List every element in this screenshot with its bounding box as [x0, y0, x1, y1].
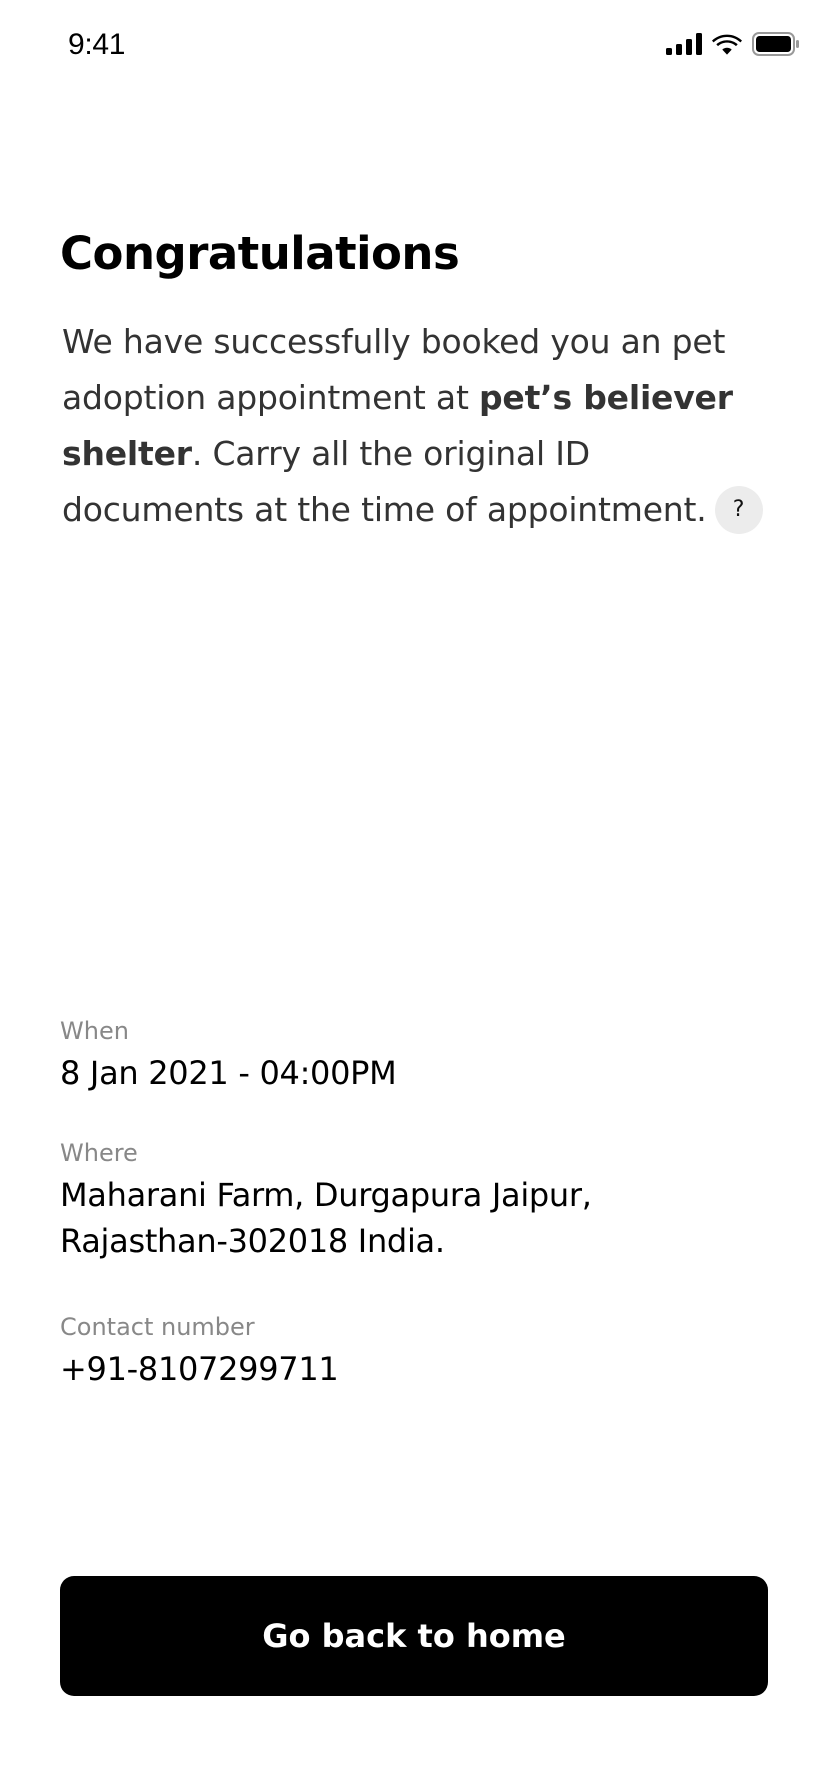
where-section: Where Maharani Farm, Durgapura Jaipur, R… [60, 1134, 780, 1264]
contact-value: +91-8107299711 [60, 1350, 339, 1388]
where-label: Where [60, 1139, 138, 1167]
when-value: 8 Jan 2021 - 04:00PM [60, 1054, 397, 1092]
when-section: When 8 Jan 2021 - 04:00PM [60, 1012, 780, 1096]
status-bar: 9:41 [0, 0, 828, 96]
help-icon[interactable]: ? [714, 485, 763, 534]
go-home-button[interactable]: Go back to home [60, 1576, 768, 1696]
cellular-signal-icon [666, 33, 702, 55]
contact-section: Contact number +91-8107299711 [60, 1308, 780, 1392]
when-label: When [60, 1017, 129, 1045]
status-icons [666, 32, 800, 56]
appointment-details: When 8 Jan 2021 - 04:00PM Where Maharani… [60, 1012, 780, 1430]
where-address-line-1: Maharani Farm, Durgapura Jaipur, [60, 1176, 592, 1214]
contact-label: Contact number [60, 1313, 255, 1341]
wifi-icon [712, 33, 742, 55]
battery-icon [752, 32, 800, 56]
where-address-line-2: Rajasthan-302018 India. [60, 1222, 445, 1260]
status-time: 9:41 [68, 28, 126, 61]
confirmation-message: We have successfully booked you an pet a… [62, 314, 782, 538]
page-title: Congratulations [60, 227, 460, 280]
